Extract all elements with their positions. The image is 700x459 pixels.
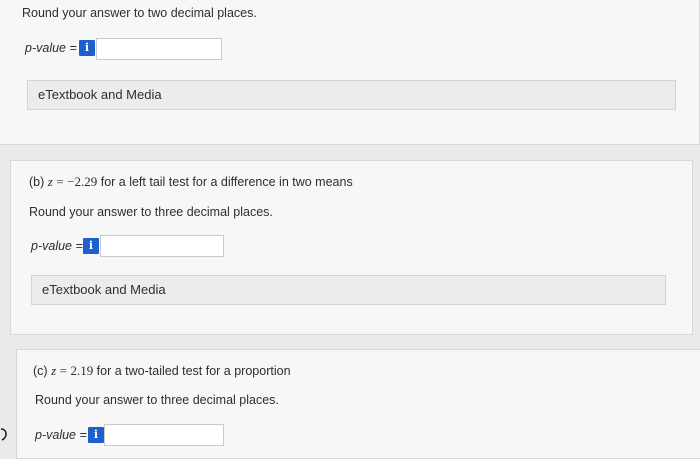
pvalue-input-c[interactable] [104, 424, 224, 446]
z-variable-b: z [47, 174, 53, 189]
pvalue-label-b: p-value = [31, 239, 83, 253]
equals-sign-b: = [56, 174, 64, 189]
pvalue-input-a[interactable] [96, 38, 222, 60]
part-label-b: (b) [29, 175, 45, 189]
test-description-b: for a left tail test for a difference in… [100, 175, 353, 189]
question-prompt-b: (b) z = −2.29 for a left tail test for a… [29, 174, 353, 190]
z-value-b: −2.29 [67, 174, 98, 189]
etextbook-media-link-b[interactable]: eTextbook and Media [31, 275, 666, 305]
question-prompt-c: (c) z = 2.19 for a two-tailed test for a… [33, 363, 291, 379]
z-variable-c: z [51, 363, 57, 378]
info-icon[interactable]: i [88, 427, 104, 443]
z-value-c: 2.19 [70, 363, 94, 378]
pvalue-input-b[interactable] [100, 235, 224, 257]
instruction-text-c: Round your answer to three decimal place… [35, 393, 279, 407]
instruction-text-a: Round your answer to two decimal places. [22, 6, 257, 20]
info-icon[interactable]: i [79, 40, 95, 56]
question-panel-a [0, 0, 700, 145]
test-description-c: for a two-tailed test for a proportion [96, 364, 291, 378]
pvalue-label-c: p-value = [35, 428, 87, 442]
curved-arrow-icon [0, 428, 7, 441]
info-icon[interactable]: i [83, 238, 99, 254]
part-label-c: (c) [33, 364, 48, 378]
instruction-text-b: Round your answer to three decimal place… [29, 205, 273, 219]
etextbook-media-link-a[interactable]: eTextbook and Media [27, 80, 676, 110]
pvalue-label-a: p-value = [25, 41, 77, 55]
equals-sign-c: = [59, 363, 67, 378]
